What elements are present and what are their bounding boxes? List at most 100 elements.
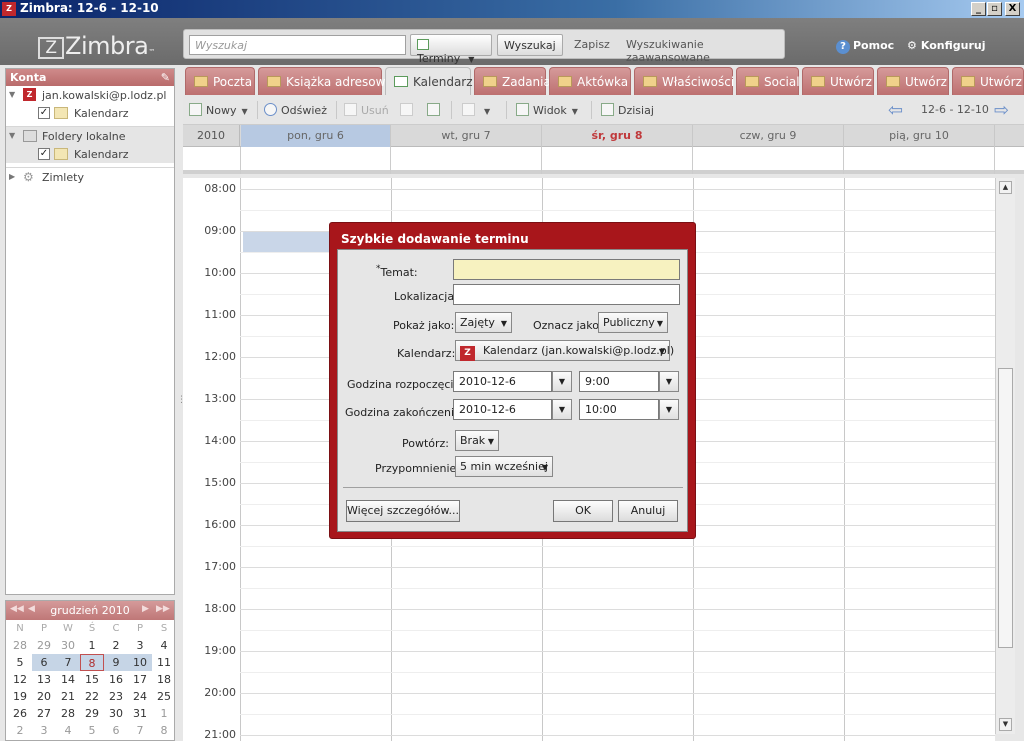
local-calendar-row[interactable]: ✓ Kalendarz — [6, 145, 174, 163]
mini-calendar-day[interactable]: 1 — [80, 637, 104, 654]
prev-week-arrow-icon[interactable]: ⇦ — [888, 100, 903, 121]
account-row[interactable]: ▼ Z jan.kowalski@p.lodz.pl — [6, 86, 174, 104]
mini-calendar-day[interactable]: 26 — [8, 705, 32, 722]
next-week-arrow-icon[interactable]: ⇨ — [994, 100, 1009, 121]
mini-calendar-day[interactable]: 15 — [80, 671, 104, 688]
mini-calendar-day[interactable]: 10 — [128, 654, 152, 671]
mini-calendar-day[interactable]: 9 — [104, 654, 128, 671]
all-day-row[interactable] — [183, 147, 1024, 174]
tab-create-3[interactable]: Utwórz — [952, 67, 1024, 95]
mini-calendar-day[interactable]: 2 — [104, 637, 128, 654]
chevron-down-icon[interactable]: ▼ — [572, 107, 578, 116]
help-link[interactable]: ? Pomoc — [836, 39, 894, 54]
next-year-icon[interactable]: ▶▶ — [156, 604, 170, 614]
today-button[interactable]: Dzisiaj — [601, 103, 654, 117]
close-window-button[interactable]: X — [1005, 2, 1020, 16]
mini-calendar-day[interactable]: 30 — [104, 705, 128, 722]
mini-calendar-day[interactable]: 18 — [152, 671, 176, 688]
tab-address-book[interactable]: Książka adresowa — [258, 67, 393, 95]
refresh-button[interactable]: Odśwież — [264, 103, 327, 117]
edit-pencil-icon[interactable]: ✎ — [161, 71, 170, 84]
next-month-icon[interactable]: ▶ — [142, 604, 149, 614]
repeat-select[interactable]: Brak ▼ — [455, 430, 499, 451]
end-time-input[interactable]: 10:00 — [579, 399, 659, 420]
end-time-picker-button[interactable]: ▼ — [659, 399, 679, 420]
mini-calendar-day[interactable]: 29 — [32, 637, 56, 654]
day-header-tue[interactable]: wt, gru 7 — [391, 125, 542, 147]
end-date-input[interactable]: 2010-12-6 — [453, 399, 552, 420]
account-calendar-row[interactable]: ✓ Kalendarz — [6, 104, 174, 122]
selected-time-slot[interactable] — [243, 231, 333, 252]
restore-button[interactable]: ▫ — [987, 2, 1002, 16]
mini-calendar-day[interactable]: 7 — [56, 654, 80, 671]
mini-calendar-day[interactable]: 16 — [104, 671, 128, 688]
save-search-link[interactable]: Zapisz — [574, 38, 610, 51]
mini-calendar-day[interactable]: 28 — [8, 637, 32, 654]
mini-calendar-day[interactable]: 6 — [32, 654, 56, 671]
view-button[interactable]: Widok ▼ — [516, 103, 578, 117]
tab-preferences[interactable]: Właściwości — [634, 67, 734, 95]
mini-calendar-day[interactable]: 8 — [80, 654, 104, 671]
tab-create-2[interactable]: Utwórz — [877, 67, 949, 95]
mini-calendar-day[interactable]: 8 — [152, 722, 176, 739]
tag-button[interactable]: ▼ — [462, 103, 490, 117]
mini-calendar-day[interactable]: 25 — [152, 688, 176, 705]
search-input[interactable]: Wyszukaj — [189, 35, 406, 55]
calendar-checkbox[interactable]: ✓ — [38, 107, 50, 119]
tab-briefcase[interactable]: Aktówka — [549, 67, 631, 95]
mini-calendar-day[interactable]: 11 — [152, 654, 176, 671]
advanced-search-link[interactable]: Wyszukiwanie zaawansowane — [626, 38, 784, 64]
tab-create-1[interactable]: Utwórz — [802, 67, 874, 95]
mini-calendar-day[interactable]: 4 — [56, 722, 80, 739]
mini-calendar-day[interactable]: 20 — [32, 688, 56, 705]
print-button[interactable] — [427, 103, 444, 117]
new-button[interactable]: Nowy ▼ — [189, 103, 248, 117]
more-details-button[interactable]: Więcej szczegółów... — [346, 500, 460, 522]
local-folders-row[interactable]: ▼ Foldery lokalne — [6, 127, 174, 145]
mini-calendar-day[interactable]: 24 — [128, 688, 152, 705]
mini-calendar-day[interactable]: 2 — [8, 722, 32, 739]
mark-as-select[interactable]: Publiczny ▼ — [598, 312, 668, 333]
start-time-picker-button[interactable]: ▼ — [659, 371, 679, 392]
scroll-thumb[interactable] — [998, 368, 1013, 648]
start-date-picker-button[interactable]: ▼ — [552, 371, 572, 392]
expand-triangle-icon[interactable]: ▶ — [9, 172, 15, 181]
mini-calendar-day[interactable]: 6 — [104, 722, 128, 739]
mini-calendar-day[interactable]: 27 — [32, 705, 56, 722]
subject-input[interactable] — [453, 259, 680, 280]
cancel-button[interactable]: Anuluj — [618, 500, 678, 522]
tab-calendar[interactable]: Kalendarz — [385, 67, 473, 95]
mini-calendar-day[interactable]: 30 — [56, 637, 80, 654]
mini-calendar-day[interactable]: 31 — [128, 705, 152, 722]
mini-calendar-day[interactable]: 4 — [152, 637, 176, 654]
start-date-input[interactable]: 2010-12-6 — [453, 371, 552, 392]
collapse-triangle-icon[interactable]: ▼ — [9, 131, 15, 140]
mini-calendar-day[interactable]: 5 — [8, 654, 32, 671]
mini-calendar-day[interactable]: 21 — [56, 688, 80, 705]
prev-year-icon[interactable]: ◀◀ — [10, 604, 24, 614]
scroll-down-icon[interactable]: ▼ — [999, 718, 1012, 731]
scroll-up-icon[interactable]: ▲ — [999, 181, 1012, 194]
mini-calendar-day[interactable]: 7 — [128, 722, 152, 739]
calendar-select[interactable]: Z Kalendarz (jan.kowalski@p.lodz.pl) ▼ — [455, 340, 674, 361]
delete-button[interactable]: Usuń — [344, 103, 389, 117]
mini-calendar-day[interactable]: 12 — [8, 671, 32, 688]
local-calendar-checkbox[interactable]: ✓ — [38, 148, 50, 160]
mini-calendar-day[interactable]: 22 — [80, 688, 104, 705]
show-as-select[interactable]: Zajęty ▼ — [455, 312, 512, 333]
zimlets-row[interactable]: ▶ ⚙ Zimlety — [6, 168, 174, 186]
mini-calendar-day[interactable]: 13 — [32, 671, 56, 688]
day-header-fri[interactable]: pią, gru 10 — [844, 125, 995, 147]
tab-social[interactable]: Social — [736, 67, 800, 95]
mini-calendar-day[interactable]: 5 — [80, 722, 104, 739]
mini-calendar-day[interactable]: 17 — [128, 671, 152, 688]
configure-link[interactable]: ⚙ Konfiguruj — [907, 39, 985, 52]
day-header-mon[interactable]: pon, gru 6 — [241, 125, 391, 147]
tab-mail[interactable]: Poczta — [185, 67, 255, 95]
mini-calendar-day[interactable]: 28 — [56, 705, 80, 722]
chevron-down-icon[interactable]: ▼ — [241, 107, 247, 116]
start-time-input[interactable]: 9:00 — [579, 371, 659, 392]
move-button[interactable] — [400, 103, 417, 117]
prev-month-icon[interactable]: ◀ — [28, 604, 35, 614]
location-input[interactable] — [453, 284, 680, 305]
